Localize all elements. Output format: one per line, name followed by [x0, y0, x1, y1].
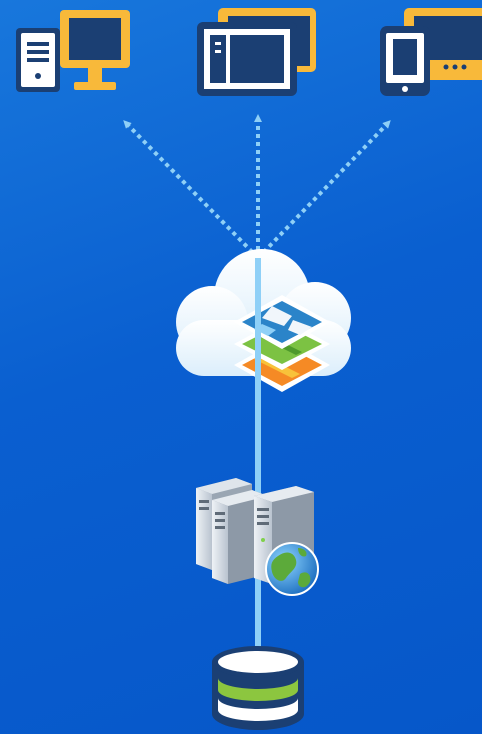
cloud-map-layers-icon [176, 249, 351, 392]
tablet-icon [197, 8, 316, 96]
link-cloud-to-phone [256, 120, 391, 260]
diagram-svg [16, 8, 482, 730]
diagram-canvas [0, 0, 482, 734]
database-icon [212, 646, 304, 730]
dotted-arrow-links [123, 114, 391, 260]
link-cloud-to-desktop [123, 120, 260, 260]
phone-icon [380, 8, 482, 96]
web-servers-globe-icon [196, 478, 319, 596]
desktop-computer-icon [16, 10, 130, 92]
